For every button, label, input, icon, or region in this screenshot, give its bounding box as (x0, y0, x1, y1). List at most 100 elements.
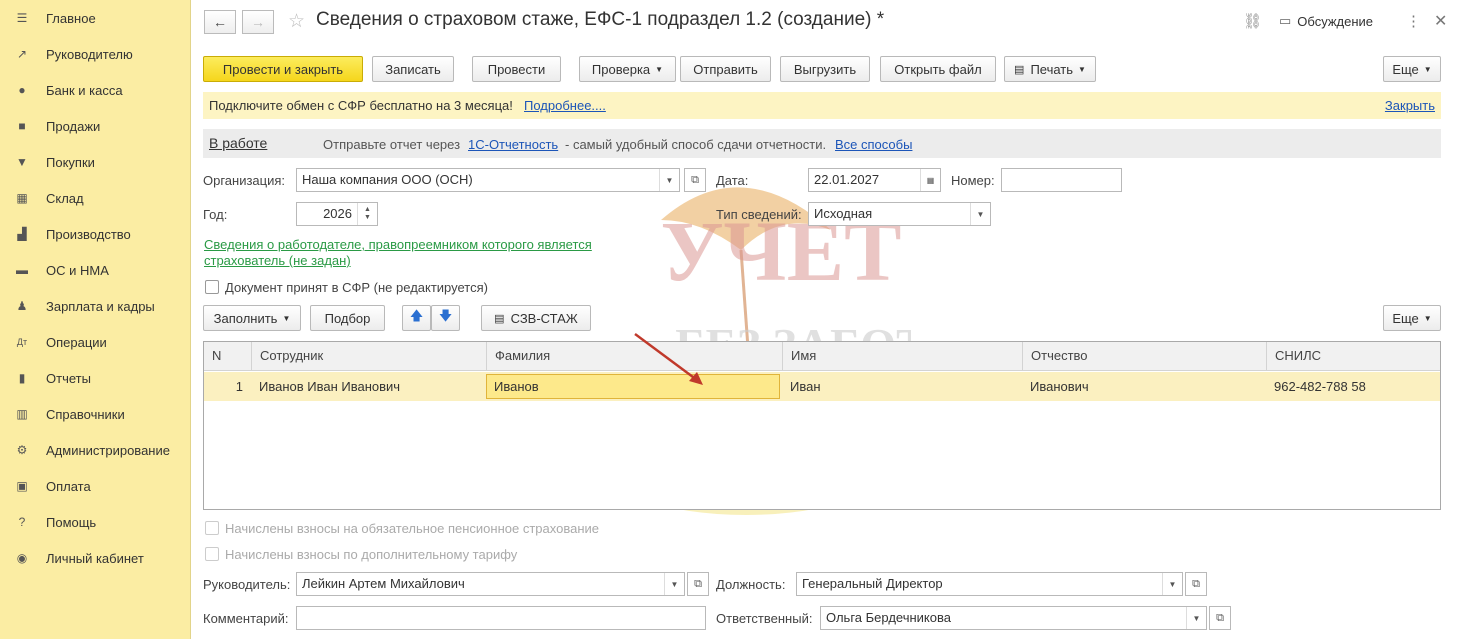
sidebar-item-admin[interactable]: ⚙ Администрирование (0, 432, 190, 468)
column-header-n[interactable]: N (204, 342, 251, 371)
table-row[interactable]: 1 Иванов Иван Иванович Иванов Иван Ивано… (204, 372, 1440, 401)
open-responsible-button[interactable]: ⧉ (1209, 606, 1231, 630)
page-title: Сведения о страховом стаже, ЕФС-1 подраз… (316, 9, 885, 30)
cell-snils[interactable]: 962-482-788 58 (1266, 372, 1440, 401)
table-more-button[interactable]: Еще ▼ (1383, 305, 1441, 331)
upload-button[interactable]: Выгрузить (780, 56, 870, 82)
sidebar-item-purchases[interactable]: ▼ Покупки (0, 144, 190, 180)
sidebar-item-director[interactable]: ↗ Руководителю (0, 36, 190, 72)
number-field[interactable] (1001, 168, 1122, 192)
chevron-down-icon: ▼ (1078, 64, 1086, 74)
pension-contributions-label: Начислены взносы на обязательное пенсион… (225, 521, 600, 536)
sidebar-item-label: Отчеты (46, 370, 91, 386)
discussion-button[interactable]: ▭ Обсуждение (1279, 13, 1373, 29)
sidebar-item-assets[interactable]: ▬ ОС и НМА (0, 252, 190, 288)
sidebar-item-warehouse[interactable]: ▦ Склад (0, 180, 190, 216)
pension-contributions-checkbox[interactable] (205, 521, 219, 535)
chevron-down-icon[interactable]: ▼ (664, 573, 684, 595)
close-icon[interactable]: ✕ (1434, 11, 1447, 31)
employer-link-line1: Сведения о работодателе, правопреемником… (204, 237, 592, 252)
more-button[interactable]: Еще ▼ (1383, 56, 1441, 82)
sidebar-item-label: Администрирование (46, 442, 170, 458)
send-button[interactable]: Отправить (680, 56, 771, 82)
cell-firstname[interactable]: Иван (782, 372, 1022, 401)
chevron-down-icon[interactable]: ▼ (659, 169, 679, 191)
sidebar-item-label: Зарплата и кадры (46, 298, 155, 314)
pick-button[interactable]: Подбор (310, 305, 385, 331)
move-down-button[interactable]: 🡇 (431, 305, 460, 331)
year-field[interactable]: 2026 ▲ ▼ (296, 202, 378, 226)
sidebar-item-payment[interactable]: ▣ Оплата (0, 468, 190, 504)
sidebar-item-production[interactable]: ▟ Производство (0, 216, 190, 252)
forward-button[interactable]: → (242, 10, 274, 34)
cell-employee[interactable]: Иванов Иван Иванович (251, 372, 486, 401)
open-head-button[interactable]: ⧉ (687, 572, 709, 596)
position-field[interactable]: Генеральный Директор ▼ (796, 572, 1183, 596)
print-button[interactable]: ▤ Печать ▼ (1004, 56, 1096, 82)
move-up-button[interactable]: 🡅 (402, 305, 431, 331)
head-label: Руководитель: (203, 577, 291, 592)
chevron-down-icon[interactable]: ▼ (1186, 607, 1206, 629)
sidebar: ☰ Главное ↗ Руководителю ● Банк и касса ■ Пр… (0, 0, 191, 639)
sidebar-item-label: Операции (46, 334, 107, 350)
head-field[interactable]: Лейкин Артем Михайлович ▼ (296, 572, 685, 596)
fill-button[interactable]: Заполнить ▼ (203, 305, 301, 331)
open-position-button[interactable]: ⧉ (1185, 572, 1207, 596)
responsible-field[interactable]: Ольга Бердечникова ▼ (820, 606, 1207, 630)
bar-chart-icon: ▮ (18, 371, 26, 385)
link-icon[interactable]: ⛓ (1243, 12, 1262, 30)
date-label: Дата: (716, 173, 749, 188)
banner-close-link[interactable]: Закрыть (1385, 98, 1435, 113)
sidebar-item-bank[interactable]: ● Банк и касса (0, 72, 190, 108)
date-value: 22.01.2027 (814, 172, 880, 187)
chevron-down-icon[interactable]: ▼ (1162, 573, 1182, 595)
sidebar-item-sales[interactable]: ■ Продажи (0, 108, 190, 144)
sidebar-item-salary[interactable]: ♟ Зарплата и кадры (0, 288, 190, 324)
open-file-button[interactable]: Открыть файл (880, 56, 996, 82)
info-type-field[interactable]: Исходная ▼ (808, 202, 991, 226)
reporting-link[interactable]: 1С-Отчетность (468, 137, 558, 152)
comment-field[interactable] (296, 606, 706, 630)
accepted-label: Документ принят в СФР (не редактируется) (225, 280, 488, 295)
calendar-icon[interactable]: ▦ (920, 169, 940, 191)
organization-field[interactable]: Наша компания ООО (ОСН) ▼ (296, 168, 680, 192)
table-header: N Сотрудник Фамилия Имя Отчество СНИЛС (204, 342, 1440, 371)
row-number: 1 (235, 379, 243, 394)
open-organization-button[interactable]: ⧉ (684, 168, 706, 192)
all-ways-link[interactable]: Все способы (835, 137, 912, 152)
sidebar-item-main[interactable]: ☰ Главное (0, 0, 190, 36)
column-header-firstname[interactable]: Имя (782, 342, 1022, 371)
chevron-down-icon[interactable]: ▼ (970, 203, 990, 225)
back-button[interactable]: ← (204, 10, 236, 34)
sidebar-item-reports[interactable]: ▮ Отчеты (0, 360, 190, 396)
menu-icon: ☰ (16, 11, 28, 25)
date-field[interactable]: 22.01.2027 ▦ (808, 168, 941, 192)
accepted-checkbox[interactable] (205, 280, 219, 294)
extra-tariff-checkbox[interactable] (205, 547, 219, 561)
post-button[interactable]: Провести (472, 56, 561, 82)
sidebar-item-account[interactable]: ◉ Личный кабинет (0, 540, 190, 576)
sidebar-item-operations[interactable]: Дт Операции (0, 324, 190, 360)
cell-middlename[interactable]: Иванович (1022, 372, 1266, 401)
sidebar-item-help[interactable]: ? Помощь (0, 504, 190, 540)
status-bar: В работе Отправьте отчет через 1С-Отчетн… (203, 129, 1441, 158)
szv-stazh-button[interactable]: ▤ СЗВ-СТАЖ (481, 305, 591, 331)
save-button[interactable]: Записать (372, 56, 454, 82)
post-and-close-button[interactable]: Провести и закрыть (203, 56, 363, 82)
position-label: Должность: (716, 577, 786, 592)
column-header-middlename[interactable]: Отчество (1022, 342, 1266, 371)
column-header-employee[interactable]: Сотрудник (251, 342, 486, 371)
more-vert-icon[interactable]: ⋮ (1406, 12, 1421, 30)
szv-label: СЗВ-СТАЖ (510, 310, 578, 326)
spinner-icon[interactable]: ▲ ▼ (357, 203, 377, 225)
sidebar-item-catalogs[interactable]: ▥ Справочники (0, 396, 190, 432)
status-state-link[interactable]: В работе (209, 135, 267, 151)
open-icon: ⧉ (694, 577, 702, 590)
banner-more-link[interactable]: Подробнее.... (524, 98, 606, 113)
check-button[interactable]: Проверка ▼ (579, 56, 676, 82)
star-icon[interactable]: ☆ (288, 10, 305, 33)
employer-successor-link[interactable]: Сведения о работодателе, правопреемником… (204, 237, 592, 269)
column-header-snils[interactable]: СНИЛС (1266, 342, 1440, 371)
info-type-label: Тип сведений: (716, 207, 802, 222)
warehouse-icon: ▦ (16, 191, 28, 205)
